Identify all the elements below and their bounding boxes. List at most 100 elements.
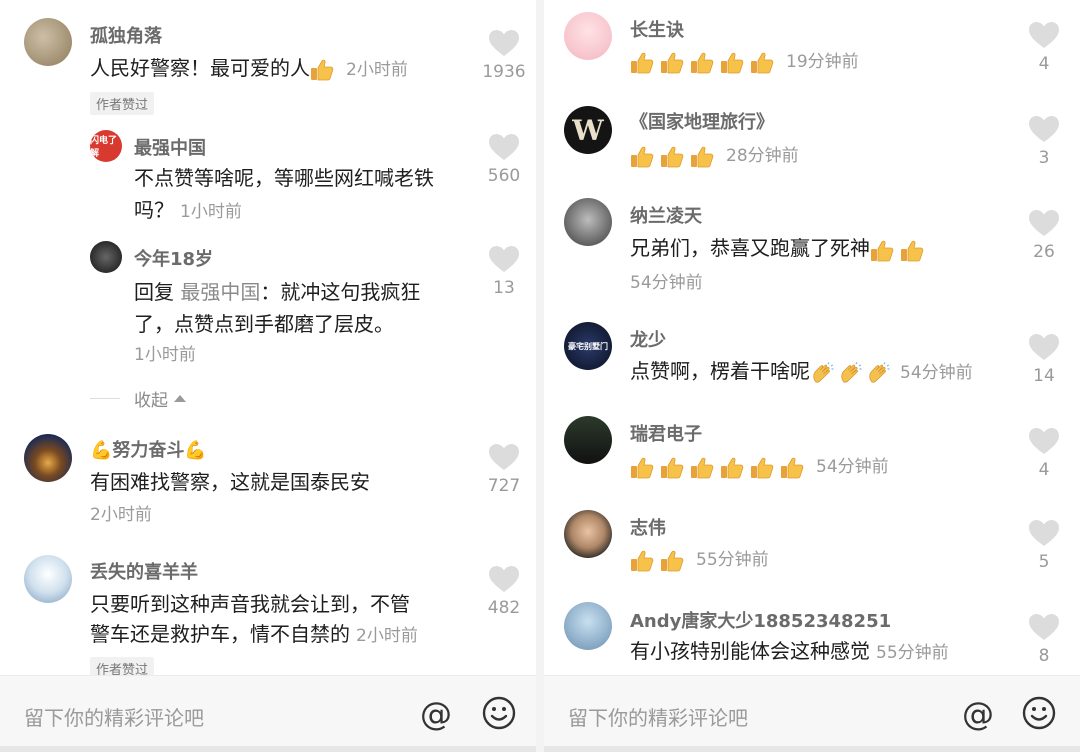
- like-count: 4: [1038, 54, 1050, 74]
- comment-body-line1: ：就冲这句我疯狂: [260, 280, 421, 304]
- comment-text: 有小孩特别能体会这种感觉 55分钟前: [630, 635, 949, 669]
- thumbs-up-emoji-icon: [690, 51, 714, 75]
- comment-username[interactable]: 丢失的喜羊羊: [90, 558, 198, 584]
- comment-input[interactable]: 留下你的精彩评论吧: [568, 702, 748, 731]
- like-button[interactable]: 4: [1014, 428, 1074, 480]
- heart-icon[interactable]: [489, 30, 519, 57]
- author-liked-badge: 作者赞过: [90, 92, 155, 115]
- comment-username[interactable]: 纳兰凌天: [630, 202, 702, 228]
- like-button[interactable]: 13: [474, 246, 534, 298]
- comment-username[interactable]: 长生诀: [630, 16, 684, 42]
- like-button[interactable]: 8: [1014, 614, 1074, 666]
- avatar[interactable]: [24, 18, 72, 66]
- comment-time: 1小时前: [134, 345, 196, 365]
- thumbs-up-emoji-group: [630, 544, 690, 576]
- like-count: 3: [1038, 148, 1050, 168]
- comment-time: 2小时前: [356, 626, 418, 646]
- thumbs-up-emoji-group: [630, 46, 780, 78]
- comment-username[interactable]: Andy唐家大少18852348251: [630, 607, 891, 633]
- avatar[interactable]: [24, 434, 72, 482]
- like-button[interactable]: 14: [1014, 334, 1074, 386]
- thumbs-up-emoji-icon: [780, 456, 804, 480]
- divider: [90, 398, 120, 399]
- emoji-smile-icon[interactable]: [1022, 696, 1056, 730]
- comment-time: 54分钟前: [630, 273, 703, 293]
- like-count: 727: [487, 476, 521, 496]
- heart-icon[interactable]: [1029, 428, 1059, 455]
- avatar[interactable]: 豪宅别墅门: [564, 322, 612, 370]
- thumbs-up-emoji-icon: [870, 239, 894, 263]
- heart-icon[interactable]: [489, 566, 519, 593]
- like-button[interactable]: 560: [474, 134, 534, 186]
- comment-time: 2小时前: [346, 60, 408, 80]
- like-button[interactable]: 1936: [474, 30, 534, 82]
- comment-input[interactable]: 留下你的精彩评论吧: [24, 702, 204, 731]
- panel-divider: [536, 0, 544, 752]
- reply-target-user[interactable]: 最强中国: [180, 280, 260, 304]
- comment-username[interactable]: 孤独角落: [90, 22, 162, 48]
- comment-body-line2: 吗？: [134, 198, 174, 222]
- thumbs-up-emoji-icon: [630, 456, 654, 480]
- like-button[interactable]: 482: [474, 566, 534, 618]
- heart-icon[interactable]: [489, 134, 519, 161]
- emoji-smile-icon[interactable]: [482, 696, 516, 730]
- clapping-emoji-icon: [810, 362, 834, 386]
- comment-username[interactable]: 《国家地理旅行》: [630, 108, 774, 134]
- comment-time: 54分钟前: [900, 363, 973, 383]
- comment-text-line2: 吗？ 1小时前: [134, 194, 242, 228]
- comment-username[interactable]: 最强中国: [134, 134, 206, 160]
- thumbs-up-emoji-group: [630, 140, 720, 172]
- thumbs-up-emoji-icon: [660, 51, 684, 75]
- thumbs-up-emoji-icon: [660, 145, 684, 169]
- comment-text-line1: 回复 最强中国：就冲这句我疯狂: [134, 276, 420, 308]
- like-count: 5: [1038, 552, 1050, 572]
- at-mention-icon[interactable]: @: [960, 696, 996, 732]
- avatar[interactable]: W: [564, 106, 612, 154]
- thumbs-up-emoji-icon: [660, 549, 684, 573]
- heart-icon[interactable]: [1029, 22, 1059, 49]
- comment-username[interactable]: 瑞君电子: [630, 420, 702, 446]
- comment-time: 19分钟前: [786, 52, 859, 72]
- comment-body: 有小孩特别能体会这种感觉: [630, 639, 870, 663]
- collapse-label[interactable]: 收起: [134, 386, 168, 411]
- avatar[interactable]: [564, 12, 612, 60]
- like-count: 482: [487, 598, 521, 618]
- like-count: 8: [1038, 646, 1050, 666]
- like-count: 1936: [482, 62, 526, 82]
- avatar[interactable]: [564, 198, 612, 246]
- collapse-replies-button[interactable]: 收起: [90, 386, 186, 411]
- comment-username[interactable]: 今年18岁: [134, 245, 213, 271]
- comment-input-bar: 留下你的精彩评论吧 @: [0, 675, 536, 752]
- comment-username[interactable]: 龙少: [630, 326, 666, 352]
- comment-text: 点赞啊，楞着干啥呢 54分钟前: [630, 355, 973, 389]
- comment-time: 1小时前: [180, 202, 242, 222]
- thumbs-up-emoji-icon: [660, 456, 684, 480]
- avatar[interactable]: [564, 602, 612, 650]
- like-button[interactable]: 4: [1014, 22, 1074, 74]
- like-button[interactable]: 727: [474, 444, 534, 496]
- avatar[interactable]: [564, 416, 612, 464]
- comment-body-line2: 警车还是救护车，情不自禁的: [90, 622, 350, 646]
- heart-icon[interactable]: [489, 246, 519, 273]
- heart-icon[interactable]: [1029, 334, 1059, 361]
- like-button[interactable]: 26: [1014, 210, 1074, 262]
- heart-icon[interactable]: [1029, 520, 1059, 547]
- at-mention-icon[interactable]: @: [418, 696, 454, 732]
- thumbs-up-emoji-icon: [630, 549, 654, 573]
- heart-icon[interactable]: [1029, 210, 1059, 237]
- avatar[interactable]: 闪电了解: [90, 130, 122, 162]
- heart-icon[interactable]: [1029, 116, 1059, 143]
- like-count: 26: [1033, 242, 1055, 262]
- avatar[interactable]: [24, 555, 72, 603]
- like-button[interactable]: 3: [1014, 116, 1074, 168]
- thumbs-up-emoji-group: [630, 451, 810, 483]
- comment-username[interactable]: 💪努力奋斗💪: [90, 436, 207, 462]
- comment-username[interactable]: 志伟: [630, 514, 666, 540]
- like-button[interactable]: 5: [1014, 520, 1074, 572]
- right-comment-panel: 长生诀 19分钟前 4 W 《国家地理旅行》 28分钟前 3 纳兰凌天 兄弟们，…: [544, 0, 1080, 752]
- avatar[interactable]: [90, 241, 122, 273]
- heart-icon[interactable]: [1029, 614, 1059, 641]
- avatar[interactable]: [564, 510, 612, 558]
- heart-icon[interactable]: [489, 444, 519, 471]
- thumbs-up-emoji-icon: [630, 145, 654, 169]
